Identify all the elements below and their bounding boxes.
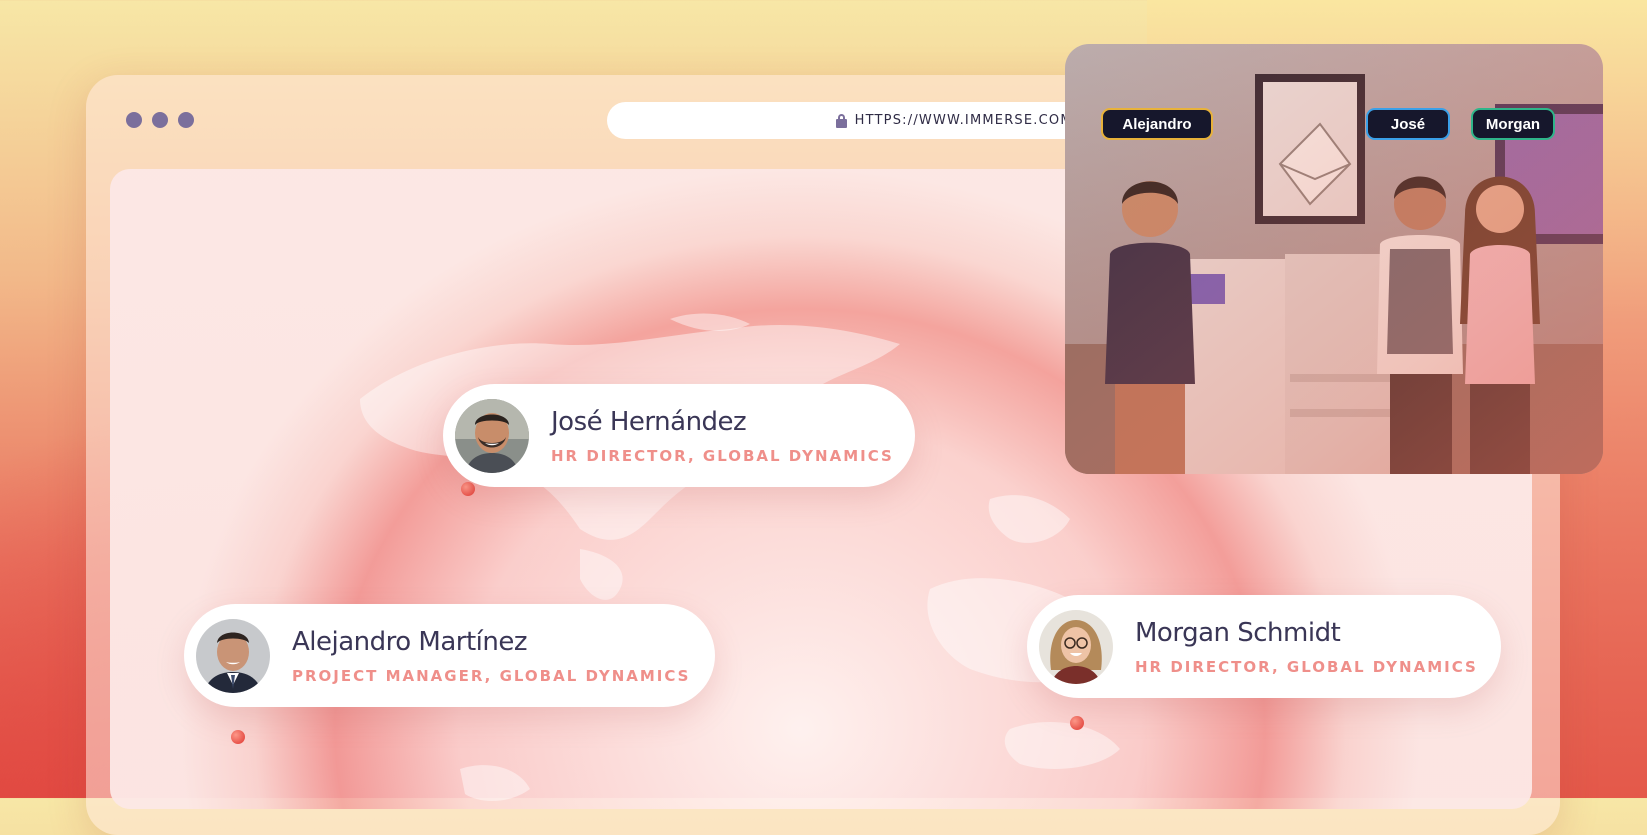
window-controls [126,112,194,128]
participant-tag-morgan: Morgan [1471,108,1555,140]
avatar [196,618,270,693]
location-pin-morgan [1070,716,1084,730]
location-pin-alejandro [231,730,245,744]
lock-icon [835,113,847,128]
person-name: Alejandro Martínez [292,626,528,657]
profile-card-morgan[interactable]: Morgan Schmidt HR DIRECTOR, GLOBAL DYNAM… [1027,595,1501,698]
person-role: PROJECT MANAGER, GLOBAL DYNAMICS [292,666,691,685]
participant-tag-alejandro: Alejandro [1101,108,1213,140]
location-pin-jose [461,482,475,496]
avatar [455,398,529,473]
person-role: HR DIRECTOR, GLOBAL DYNAMICS [551,446,894,465]
participant-tag-jose: José [1366,108,1450,140]
person-role: HR DIRECTOR, GLOBAL DYNAMICS [1135,657,1478,676]
url-text: HTTPS://WWW.IMMERSE.COM/ [854,113,1079,128]
window-dot-minimize[interactable] [152,112,168,128]
window-dot-close[interactable] [126,112,142,128]
person-name: Morgan Schmidt [1135,617,1341,648]
person-name: José Hernández [551,406,747,437]
window-dot-maximize[interactable] [178,112,194,128]
profile-card-jose[interactable]: José Hernández HR DIRECTOR, GLOBAL DYNAM… [443,384,915,487]
profile-card-alejandro[interactable]: Alejandro Martínez PROJECT MANAGER, GLOB… [184,604,715,707]
video-call-panel[interactable]: Alejandro José Morgan [1065,44,1603,474]
avatar [1039,609,1113,684]
